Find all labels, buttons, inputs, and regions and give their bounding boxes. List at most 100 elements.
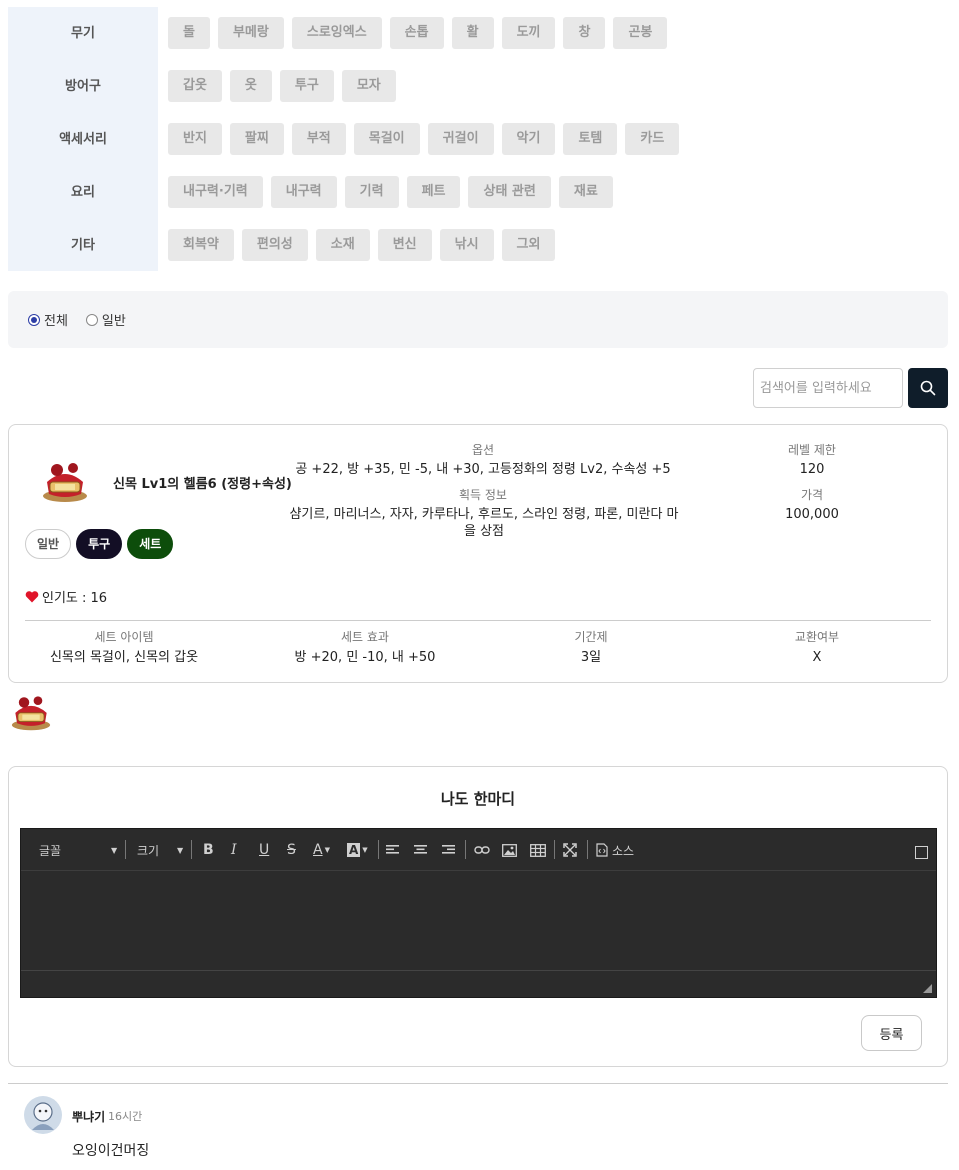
comment-divider (8, 1083, 948, 1084)
chip-ring[interactable]: 반지 (168, 123, 222, 155)
toolbar-separator (587, 840, 588, 859)
editor-text-area[interactable] (21, 872, 936, 972)
align-center-button[interactable] (414, 829, 428, 871)
font-dropdown[interactable]: 글꼴 ▼ (39, 829, 119, 871)
align-right-icon (442, 845, 455, 854)
category-label: 무기 (71, 26, 95, 41)
chip-status[interactable]: 상태 관련 (468, 176, 551, 208)
chip-durability[interactable]: 내구력 (270, 176, 337, 208)
rich-text-editor: 글꼴 ▼ 크기 ▼ B I U S A ▼ A ▼ 소스 (20, 828, 937, 998)
chip-hat[interactable]: 모자 (341, 70, 396, 102)
align-right-button[interactable] (442, 829, 456, 871)
submit-button[interactable]: 등록 (861, 1015, 922, 1051)
chip-axe[interactable]: 도끼 (501, 17, 556, 49)
chip-spear[interactable]: 창 (563, 17, 606, 49)
search-icon (920, 380, 936, 396)
chip-ingredient[interactable]: 재료 (558, 176, 613, 208)
bold-icon: B (203, 842, 214, 858)
size-dropdown[interactable]: 크기 ▼ (137, 829, 187, 871)
source-button[interactable]: 소스 (596, 829, 634, 871)
toolbar-separator (125, 840, 126, 859)
level-value: 120 (799, 462, 825, 477)
radio-all[interactable]: 전체 (28, 310, 68, 329)
table-icon (530, 843, 546, 857)
obtain-value: 샴기르, 마리너스, 자자, 카루타나, 후르도, 스라인 정령, 파론, 미란… (289, 507, 679, 539)
radio-normal[interactable]: 일반 (85, 310, 126, 329)
category-label: 요리 (71, 185, 95, 200)
chip-totem[interactable]: 토템 (563, 123, 618, 155)
chip-necklace[interactable]: 목걸이 (353, 123, 420, 155)
font-dropdown-label: 글꼴 (39, 843, 62, 858)
chip-boomerang[interactable]: 부메랑 (217, 17, 284, 49)
chip-instrument[interactable]: 악기 (501, 123, 556, 155)
maximize-icon[interactable] (915, 846, 928, 859)
chip-bracelet[interactable]: 팔찌 (229, 123, 284, 155)
obtain-label: 획득 정보 (459, 488, 507, 502)
chip-potion[interactable]: 회복약 (168, 229, 234, 261)
align-left-button[interactable] (386, 829, 400, 871)
chevron-down-icon: ▼ (324, 846, 330, 854)
source-code-icon (596, 843, 608, 857)
level-label: 레벨 제한 (788, 443, 836, 457)
chip-clothes[interactable]: 옷 (229, 70, 272, 102)
shop-icon (11, 696, 51, 731)
item-name: 신목 Lv1의 헬름6 (정령+속성) (113, 477, 292, 492)
set-item-label: 세트 아이템 (94, 630, 154, 644)
toolbar-separator (554, 840, 555, 859)
chip-bow[interactable]: 활 (451, 17, 494, 49)
image-icon (502, 843, 517, 857)
price-label: 가격 (800, 488, 824, 502)
category-label: 기타 (71, 238, 95, 253)
image-button[interactable] (502, 829, 517, 871)
fullscreen-button[interactable] (563, 829, 577, 871)
popularity-text: 인기도 : 16 (42, 591, 108, 606)
period-value: 3일 (580, 650, 602, 665)
chip-claw[interactable]: 손톱 (389, 17, 444, 49)
link-button[interactable] (474, 829, 490, 871)
chip-earring[interactable]: 귀걸이 (427, 123, 494, 155)
search-input[interactable] (753, 368, 903, 408)
popularity: 인기도 : 16 (25, 587, 107, 606)
resize-handle-icon[interactable] (923, 984, 932, 993)
bold-button[interactable]: B (203, 829, 214, 871)
strikethrough-button[interactable]: S (287, 829, 296, 871)
radio-unselected-icon[interactable] (85, 313, 98, 326)
chip-energy[interactable]: 기력 (344, 176, 399, 208)
italic-icon: I (231, 842, 237, 858)
bg-color-button[interactable]: A ▼ (347, 829, 368, 871)
avatar[interactable] (24, 1096, 62, 1134)
chip-other[interactable]: 그외 (501, 229, 556, 261)
set-effect-label: 세트 효과 (341, 630, 389, 644)
type-filter-bar: 전체 일반 (8, 291, 948, 348)
table-button[interactable] (530, 829, 546, 871)
trade-value: X (812, 650, 822, 665)
toolbar-separator (191, 840, 192, 859)
search-button[interactable] (908, 368, 948, 408)
underline-button[interactable]: U (259, 829, 269, 871)
chip-fishing[interactable]: 낚시 (439, 229, 494, 261)
tag-set: 세트 (127, 529, 174, 559)
chip-durability-energy[interactable]: 내구력·기력 (168, 176, 263, 208)
category-row-accessory: 액세서리 반지 팔찌 부적 목걸이 귀걸이 악기 토템 카드 (8, 113, 948, 166)
chip-stone[interactable]: 돌 (168, 17, 210, 49)
comment-text: 오잉이건머징 (72, 1143, 150, 1159)
text-color-button[interactable]: A ▼ (313, 829, 330, 871)
chip-throwing-axe[interactable]: 스로잉엑스 (291, 17, 382, 49)
chip-material[interactable]: 소재 (315, 229, 370, 261)
comment-username[interactable]: 뿌냐기 (72, 1108, 105, 1125)
italic-button[interactable]: I (231, 829, 237, 871)
avatar-icon (24, 1096, 62, 1134)
tag-helmet: 투구 (76, 529, 123, 559)
chip-armor[interactable]: 갑옷 (168, 70, 222, 102)
chip-amulet[interactable]: 부적 (291, 123, 346, 155)
chip-convenience[interactable]: 편의성 (241, 229, 308, 261)
underline-icon: U (259, 842, 270, 858)
radio-selected-icon[interactable] (28, 313, 40, 326)
chip-transform[interactable]: 변신 (377, 229, 432, 261)
chip-helmet[interactable]: 투구 (279, 70, 334, 102)
radio-label: 일반 (101, 314, 126, 329)
option-label: 옵션 (471, 443, 495, 457)
chip-card[interactable]: 카드 (625, 123, 680, 155)
chip-club[interactable]: 곤봉 (613, 17, 668, 49)
chip-pet[interactable]: 페트 (406, 176, 461, 208)
